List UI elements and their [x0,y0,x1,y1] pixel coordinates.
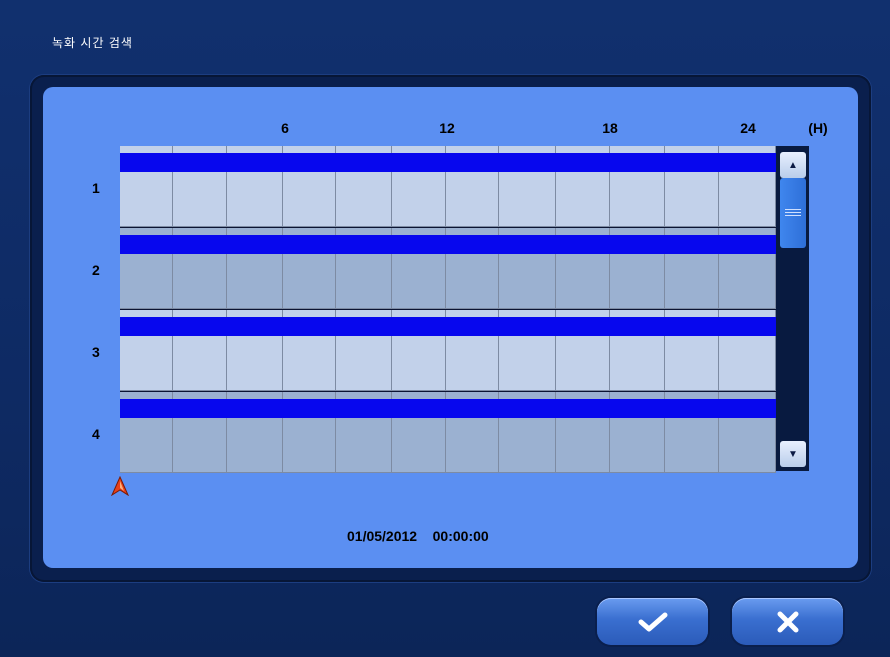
time-cursor-marker-icon[interactable] [111,476,129,496]
channel-label-1: 1 [92,180,100,196]
hour-tick-12: 12 [439,120,455,136]
channel-label-4: 4 [92,426,100,442]
recording-bar [120,235,776,254]
confirm-button[interactable] [597,598,708,645]
hour-tick-24: 24 [740,120,756,136]
current-time-readout: 01/05/2012 00:00:00 [347,528,489,544]
close-icon [777,611,798,632]
cancel-button[interactable] [732,598,843,645]
arrow-up-icon: ▲ [788,159,798,171]
check-icon [638,612,667,631]
timeline-grid[interactable] [120,146,776,473]
channel-row-1[interactable] [120,146,776,227]
hour-tick-6: 6 [281,120,289,136]
scroll-up-button[interactable]: ▲ [780,152,806,178]
hour-tick-18: 18 [602,120,618,136]
recording-bar [120,153,776,172]
channel-label-2: 2 [92,262,100,278]
channel-row-4[interactable] [120,392,776,473]
recording-bar [120,317,776,336]
time-text: 00:00:00 [432,528,489,544]
window-title: 녹화 시간 검색 [52,36,133,50]
vertical-scrollbar[interactable]: ▲ ▼ [776,146,809,471]
grip-icon [785,209,801,217]
scrollbar-thumb[interactable] [780,178,806,248]
arrow-down-icon: ▼ [788,448,798,460]
channel-row-2[interactable] [120,228,776,309]
recording-bar [120,399,776,418]
channel-label-3: 3 [92,344,100,360]
scroll-down-button[interactable]: ▼ [780,441,806,467]
hour-unit-label: (H) [808,120,828,136]
date-text: 01/05/2012 [347,528,418,544]
channel-row-3[interactable] [120,310,776,391]
